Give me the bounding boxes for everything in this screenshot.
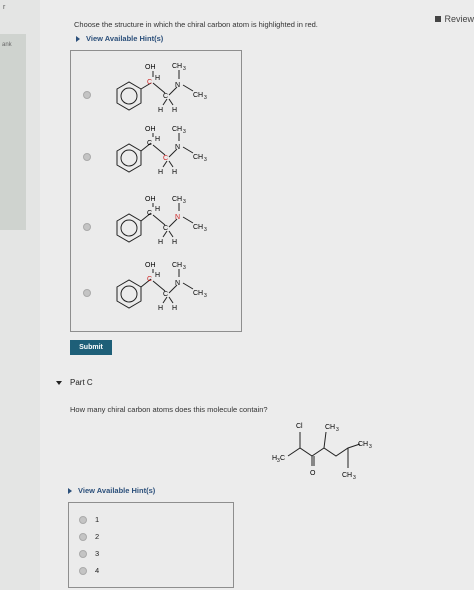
oh-label: OH (145, 196, 156, 203)
review-label: Review (444, 14, 474, 24)
option-2-radio[interactable] (79, 532, 87, 541)
n-label: N (175, 144, 180, 151)
caret-right-icon (68, 487, 72, 494)
choice-3[interactable]: OH C H CH 3 N CH 3 C H H (71, 193, 243, 259)
submit-button[interactable]: Submit (70, 340, 112, 355)
choice-4[interactable]: OH C H CH 3 N CH 3 C H H (71, 261, 243, 327)
c-label: C (163, 291, 168, 298)
caret-right-icon (76, 35, 80, 42)
option-1[interactable]: 1 (79, 515, 99, 524)
sub3-label: 3 (204, 95, 207, 101)
option-4-label: 4 (95, 566, 100, 575)
choice-1-molecule: OH C H CH 3 N CH 3 C H H (116, 63, 207, 114)
choice-1-radio[interactable] (83, 91, 91, 99)
sub3-label: 3 (183, 199, 186, 205)
chiral-carbon-label: C (163, 155, 168, 162)
part-c-hint-toggle[interactable]: View Available Hint(s) (68, 486, 155, 495)
c-label: C (147, 140, 152, 147)
c-label: C (163, 225, 168, 232)
ch3-label: CH (193, 154, 203, 161)
h-label: H (158, 305, 163, 312)
choice-2-molecule: OH C H CH 3 N CH 3 C H H (116, 126, 207, 176)
part-b-hint-label: View Available Hint(s) (86, 34, 164, 43)
part-b-question: Choose the structure in which the chiral… (74, 20, 318, 29)
sub3-label: 3 (336, 427, 339, 433)
option-3-label: 3 (95, 549, 100, 558)
choices-box: OH C H CH 3 N CH 3 C H H OH C H CH 3 N C… (70, 50, 242, 332)
choice-1[interactable]: OH C H CH 3 N CH 3 C H H (71, 57, 243, 123)
left-panel[interactable]: ank (0, 34, 26, 230)
choice-2-radio[interactable] (83, 153, 91, 161)
oh-label: OH (145, 126, 156, 133)
sub3-label: 3 (204, 157, 207, 163)
review-link[interactable]: Review (435, 14, 474, 24)
option-3[interactable]: 3 (79, 549, 99, 558)
choice-2[interactable]: OH C H CH 3 N CH 3 C H H (71, 125, 243, 191)
sub3-label: 3 (183, 129, 186, 135)
sub3-label: 3 (204, 293, 207, 299)
chiral-carbon-label: C (147, 79, 152, 86)
option-4-radio[interactable] (79, 566, 87, 575)
option-1-label: 1 (95, 515, 100, 524)
h-label: H (155, 272, 160, 279)
ch3-label: CH (342, 472, 352, 479)
ch3-label: CH (193, 224, 203, 231)
h-label: H (158, 239, 163, 246)
n-label: N (175, 280, 180, 287)
oh-label: OH (145, 64, 156, 71)
n-label-highlighted: N (175, 214, 180, 221)
o-label: O (310, 470, 316, 477)
sub3-label: 3 (183, 265, 186, 271)
choice-4-radio[interactable] (83, 289, 91, 297)
part-c-question: How many chiral carbon atoms does this m… (70, 405, 268, 414)
option-1-radio[interactable] (79, 515, 87, 524)
ch3-label: CH (325, 424, 335, 431)
ch3-label: CH (358, 441, 368, 448)
part-c-options: 1 2 3 4 (68, 502, 234, 588)
sub3-label: 3 (204, 227, 207, 233)
option-3-radio[interactable] (79, 549, 87, 558)
ch3-label: CH (193, 290, 203, 297)
option-4[interactable]: 4 (79, 566, 99, 575)
h-label: H (172, 305, 177, 312)
sub3-label: 3 (353, 475, 356, 480)
ch3-label: CH (193, 92, 203, 99)
sub3-label: 3 (183, 66, 186, 72)
review-icon (435, 16, 442, 22)
h-label: H (158, 169, 163, 176)
h-label: H (155, 136, 160, 143)
part-c-hint-label: View Available Hint(s) (78, 486, 156, 495)
choice-3-molecule: OH C H CH 3 N CH 3 C H H (116, 196, 207, 246)
part-c-header[interactable]: Part C (56, 378, 93, 387)
left-mark: r (3, 4, 6, 11)
sub3-label: 3 (369, 444, 372, 450)
part-b-hint-toggle[interactable]: View Available Hint(s) (76, 34, 163, 43)
h-label: H (158, 107, 163, 114)
cl-label: Cl (296, 423, 303, 430)
ch3-label: CH (172, 196, 182, 203)
ch3-label: CH (172, 262, 182, 269)
h-label: H (172, 239, 177, 246)
chiral-carbon-label: C (147, 276, 152, 283)
part-c-molecule: Cl CH 3 CH 3 H 3 C O CH 3 (272, 423, 372, 480)
h-label: H (155, 206, 160, 213)
h-label: H (155, 75, 160, 82)
c-label: C (163, 93, 168, 100)
c-label: C (147, 210, 152, 217)
option-2-label: 2 (95, 532, 100, 541)
n-label: N (175, 82, 180, 89)
caret-down-icon (56, 380, 62, 385)
choice-4-molecule: OH C H CH 3 N CH 3 C H H (116, 262, 207, 312)
ch3-label: CH (172, 126, 182, 133)
h-label: H (172, 107, 177, 114)
left-panel-label: ank (2, 42, 12, 48)
ch3-label: CH (172, 63, 182, 70)
choice-3-radio[interactable] (83, 223, 91, 231)
part-c-title: Part C (70, 378, 93, 387)
h-label: H (172, 169, 177, 176)
c-label: C (280, 455, 285, 462)
oh-label: OH (145, 262, 156, 269)
option-2[interactable]: 2 (79, 532, 99, 541)
